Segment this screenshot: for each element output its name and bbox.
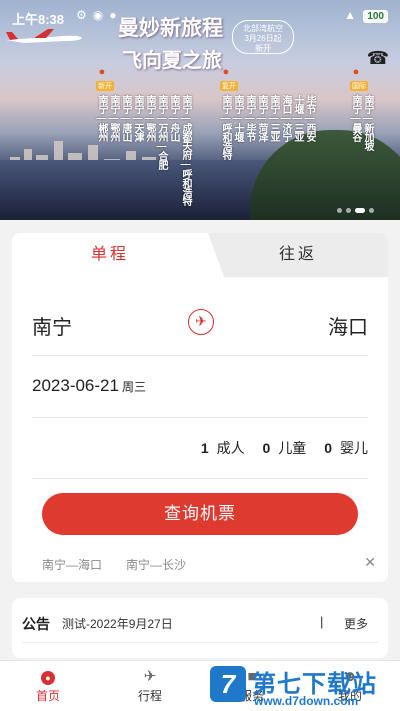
carousel-dot-active: [355, 208, 365, 213]
route-tag: 新开: [96, 81, 114, 91]
status-bar: 上午8:38 ⚙◉● ▲ 100: [0, 0, 400, 34]
nav-home-label: 首页: [35, 689, 60, 703]
announcement-text[interactable]: 测试-2022年9月27日: [62, 615, 173, 632]
route-item: 海口—济宁: [280, 95, 291, 141]
location-pin-icon: ●: [352, 66, 360, 78]
watermark-url: www.d7down.com: [254, 694, 359, 708]
nav-trips-label: 行程: [137, 689, 162, 703]
swap-cities-icon[interactable]: ✈: [188, 309, 214, 335]
route-item: 南宁—成都天府—呼和浩特: [180, 95, 191, 205]
trip-type-tabs: 单程 往返: [12, 233, 388, 277]
tab-one-way[interactable]: 单程: [12, 233, 208, 277]
route-item: 南宁—唐山: [120, 95, 131, 141]
watermark-logo-icon: 7: [210, 666, 246, 702]
route-item: 十堰—三亚: [292, 95, 303, 141]
infant-count: 0: [324, 440, 332, 456]
history-item[interactable]: 南宁—海口: [42, 558, 102, 572]
adult-count: 1: [200, 440, 209, 456]
location-pin-icon: ●: [222, 66, 230, 78]
route-item: 毕节—西安: [304, 95, 315, 141]
announcement-bar: 公告 测试-2022年9月27日 | 更多: [12, 598, 388, 658]
separator: |: [320, 614, 324, 629]
route-item: 南宁—天津: [132, 95, 143, 141]
child-label: 儿童: [278, 440, 307, 456]
route-item: 南宁—曼谷: [350, 95, 361, 141]
airplane-icon: ✈: [143, 668, 157, 685]
divider: [22, 642, 378, 643]
date-value: 2023-06-21: [32, 376, 119, 395]
search-flights-button[interactable]: 查询机票: [42, 493, 358, 535]
tab-round-trip[interactable]: 往返: [208, 233, 388, 277]
divider: [32, 417, 368, 418]
clear-history-icon[interactable]: ✕: [364, 554, 376, 571]
watermark: 7 第七下载站 www.d7down.com: [210, 664, 400, 711]
badge-line-2: 3月26日起: [244, 34, 282, 43]
carousel-dots: [333, 200, 374, 218]
weekday: 周三: [121, 380, 146, 394]
departure-city[interactable]: 南宁: [32, 311, 72, 340]
route-tag: 复开: [220, 81, 238, 91]
city-selector: 南宁 ✈ 海口: [32, 305, 368, 345]
battery-icon: 100: [363, 10, 388, 23]
route-item: 南宁—十堰: [232, 95, 243, 141]
announcement-label: 公告: [22, 616, 50, 632]
departure-date[interactable]: 2023-06-21 周三: [32, 376, 146, 396]
carousel-dot: [337, 208, 342, 213]
divider: [32, 355, 368, 356]
location-pin-icon: ●: [98, 66, 106, 78]
route-item: 南宁—呼和浩特: [220, 95, 231, 159]
status-time: 上午8:38: [12, 12, 65, 27]
route-group-international: ● 国际 南宁—曼谷 南宁—新加坡: [350, 66, 373, 150]
route-item: 南宁—舟山: [168, 95, 179, 141]
status-right-icons: ▲ 100: [344, 8, 388, 23]
adult-label: 成人: [216, 440, 245, 456]
route-group-resumed: ● 复开 南宁—呼和浩特 南宁—十堰 南宁—毕节 南宁—菏泽 南宁—三亚 海口—…: [220, 66, 315, 159]
route-item: 南宁—万州—合肥: [156, 95, 167, 169]
flight-search-card: 单程 往返 南宁 ✈ 海口 2023-06-21 周三 1 成人 0 儿童 0 婴儿 查…: [12, 233, 388, 582]
promo-banner[interactable]: 曼妙新旅程 飞向夏之旅 北部湾航空 3月26日起 新开 ● 新开 南宁—郴州 南…: [0, 0, 400, 220]
child-count: 0: [262, 440, 271, 456]
route-group-new: ● 新开 南宁—郴州 南宁—鄂州 南宁—唐山 南宁—天津 南宁—鄂州 南宁—万州…: [96, 66, 191, 205]
route-tag: 国际: [350, 81, 368, 91]
passenger-selector[interactable]: 1 成人 0 儿童 0 婴儿: [187, 438, 368, 458]
divider: [32, 478, 368, 479]
route-item: 南宁—菏泽: [256, 95, 267, 141]
carousel-dot: [346, 208, 351, 213]
route-item: 南宁—鄂州: [144, 95, 155, 141]
route-item: 南宁—新加坡: [362, 95, 373, 150]
route-item: 南宁—毕节: [244, 95, 255, 141]
history-item[interactable]: 南宁—长沙: [126, 558, 186, 572]
home-icon: ●: [18, 667, 78, 687]
more-link[interactable]: 更多: [344, 615, 368, 632]
route-item: 南宁—郴州: [96, 95, 107, 141]
wifi-icon: ▲: [344, 8, 356, 22]
route-item: 南宁—鄂州: [108, 95, 119, 141]
arrival-city[interactable]: 海口: [328, 311, 368, 340]
badge-line-3: 新开: [255, 44, 271, 53]
route-item: 南宁—三亚: [268, 95, 279, 141]
infant-label: 婴儿: [340, 440, 368, 456]
nav-home[interactable]: ● 首页: [18, 667, 78, 704]
phone-icon[interactable]: ☎: [366, 46, 390, 70]
search-history: 南宁—海口 南宁—长沙: [42, 556, 210, 573]
carousel-dot: [369, 208, 374, 213]
status-icons: ⚙◉●: [76, 8, 123, 22]
nav-trips[interactable]: ✈ 行程: [120, 667, 180, 704]
